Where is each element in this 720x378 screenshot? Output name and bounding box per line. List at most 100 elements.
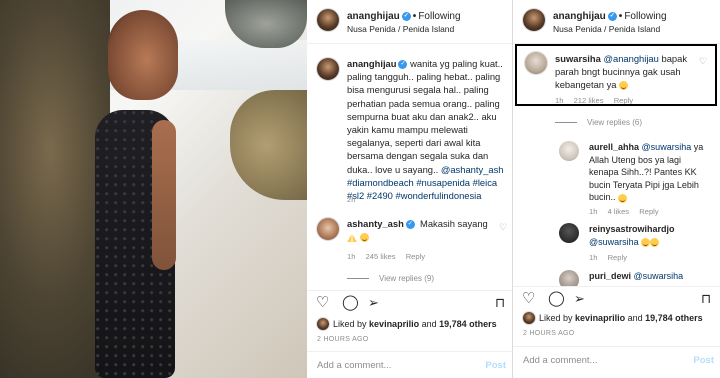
avatar[interactable] — [523, 9, 545, 31]
highlight-box — [515, 44, 717, 106]
comment-item: ashanty_ash ✓ Makasih sayang — [347, 217, 497, 243]
reply-username[interactable]: puri_dewi — [589, 271, 631, 281]
comment-likes[interactable]: 245 likes — [366, 252, 396, 261]
heart-icon[interactable]: ♡ — [316, 295, 329, 311]
comment-icon[interactable]: ◯ — [548, 291, 565, 307]
laughing-emoji — [641, 237, 651, 247]
liked-by-text: Liked by kevinaprilio and 19,784 others — [333, 319, 497, 329]
liked-user-link[interactable]: kevinaprilio — [369, 319, 419, 329]
instagram-post-screenshot: ananghijau ✓ • Following Nusa Penida / Peni… — [0, 0, 720, 378]
verified-badge-icon: ✓ — [607, 11, 617, 21]
comment-like-heart-icon[interactable]: ♡ — [499, 222, 507, 233]
reply-mention[interactable]: @suwarsiha — [642, 142, 692, 152]
view-replies-label: View replies (9) — [379, 274, 434, 283]
reply-meta: 1h Reply — [589, 253, 635, 262]
photo-rock-right — [230, 90, 307, 200]
reply-item: reinysastrowihardjo @suwarsiha — [589, 223, 713, 248]
reply-username[interactable]: reinysastrowihardjo — [589, 224, 675, 234]
view-replies-line — [555, 122, 577, 124]
reply-username[interactable]: aurell_ahha — [589, 142, 639, 152]
folded-hands-emoji — [347, 233, 357, 243]
liked-count-link[interactable]: 19,784 others — [439, 319, 497, 329]
add-comment-bar: Add a comment... Post — [307, 351, 512, 378]
following-button[interactable]: Following — [624, 11, 666, 22]
location-link[interactable]: Nusa Penida / Penida Island — [553, 24, 660, 34]
add-comment-input[interactable]: Add a comment... — [317, 360, 391, 371]
post-caption: ananghijau ✓ wanita yg paling kuat.. pali… — [347, 57, 505, 202]
header-username: ananghijau ✓ • Following — [553, 11, 667, 22]
comment-reply-button[interactable]: Reply — [406, 252, 425, 261]
share-icon[interactable]: ➢ — [368, 295, 379, 311]
liked-user-link[interactable]: kevinaprilio — [575, 313, 625, 323]
avatar[interactable] — [559, 223, 579, 243]
laughing-emoji — [650, 237, 660, 247]
post-photo[interactable] — [0, 0, 307, 378]
smiling-emoji — [618, 193, 628, 203]
post-time: 2 HOURS AGO — [523, 330, 575, 337]
photo-head — [108, 10, 178, 100]
view-replies-line — [347, 278, 369, 280]
liked-by-text: Liked by kevinaprilio and 19,784 others — [539, 313, 703, 323]
avatar[interactable] — [317, 9, 339, 31]
post-button[interactable]: Post — [485, 360, 506, 371]
bookmark-icon[interactable]: ⊓ — [701, 291, 711, 307]
action-bar: ♡ ◯ ➢ ⊓ — [513, 286, 720, 310]
reply-meta: 1h 4 likes Reply — [589, 207, 667, 216]
view-replies-button[interactable]: View replies (9) — [347, 274, 434, 283]
liked-and: and — [421, 319, 437, 329]
post-header: ananghijau ✓ • Following Nusa Penida / Peni… — [513, 0, 720, 44]
caption-age: 2h — [347, 195, 356, 204]
avatar[interactable] — [317, 318, 329, 330]
avatar[interactable] — [523, 312, 535, 324]
liked-prefix: Liked by — [539, 313, 573, 323]
post-time: 2 HOURS AGO — [317, 336, 369, 343]
reply-item: puri_dewi @suwarsiha — [589, 270, 713, 282]
username-link[interactable]: ananghijau — [553, 11, 606, 22]
reply-mention[interactable]: @suwarsiha — [589, 237, 639, 247]
avatar[interactable] — [317, 58, 339, 80]
reply-reply-button[interactable]: Reply — [608, 253, 627, 262]
view-replies-label: View replies (6) — [587, 118, 642, 127]
share-icon[interactable]: ➢ — [574, 291, 585, 307]
comment-age: 1h — [347, 252, 356, 261]
separator-dot: • — [618, 11, 623, 22]
location-link[interactable]: Nusa Penida / Penida Island — [347, 24, 454, 34]
caption-meta: 2h — [347, 195, 363, 204]
verified-badge-icon: ✓ — [401, 11, 411, 21]
comment-text: Makasih sayang — [420, 218, 488, 229]
username-link[interactable]: ananghijau — [347, 11, 400, 22]
comment-username[interactable]: ashanty_ash — [347, 218, 404, 229]
caption-username[interactable]: ananghijau — [347, 58, 396, 69]
header-username: ananghijau ✓ • Following — [347, 11, 461, 22]
reply-mention[interactable]: @suwarsiha — [634, 271, 684, 281]
reply-likes[interactable]: 4 likes — [608, 207, 630, 216]
following-button[interactable]: Following — [418, 11, 460, 22]
separator-dot: • — [412, 11, 417, 22]
smiling-emoji — [359, 233, 369, 243]
heart-icon[interactable]: ♡ — [522, 291, 535, 307]
avatar[interactable] — [559, 141, 579, 161]
add-comment-bar: Add a comment... Post — [513, 346, 720, 374]
bookmark-icon[interactable]: ⊓ — [495, 295, 505, 311]
post-header: ananghijau ✓ • Following Nusa Penida / Peni… — [307, 0, 512, 44]
caption-text: wanita yg paling kuat.. paling tangguh..… — [347, 58, 503, 175]
photo-woman — [90, 10, 180, 378]
verified-badge-icon: ✓ — [398, 60, 408, 70]
view-replies-button[interactable]: View replies (6) — [555, 118, 642, 127]
post-button[interactable]: Post — [693, 355, 714, 366]
reply-item: aurell_ahha @suwarsiha ya Allah Uteng bo… — [589, 141, 709, 204]
photo-arm — [152, 120, 176, 270]
reply-age: 1h — [589, 253, 598, 262]
reply-reply-button[interactable]: Reply — [639, 207, 658, 216]
liked-and: and — [627, 313, 643, 323]
comment-meta: 1h 245 likes Reply — [347, 252, 433, 261]
action-bar: ♡ ◯ ➢ ⊓ — [307, 290, 512, 314]
avatar[interactable] — [317, 218, 339, 240]
post-comments-panel: ananghijau ✓ • Following Nusa Penida / Peni… — [307, 0, 513, 378]
verified-badge-icon: ✓ — [405, 220, 415, 230]
liked-prefix: Liked by — [333, 319, 367, 329]
add-comment-input[interactable]: Add a comment... — [523, 355, 597, 366]
reply-age: 1h — [589, 207, 598, 216]
liked-count-link[interactable]: 19,784 others — [645, 313, 703, 323]
comment-icon[interactable]: ◯ — [342, 295, 359, 311]
